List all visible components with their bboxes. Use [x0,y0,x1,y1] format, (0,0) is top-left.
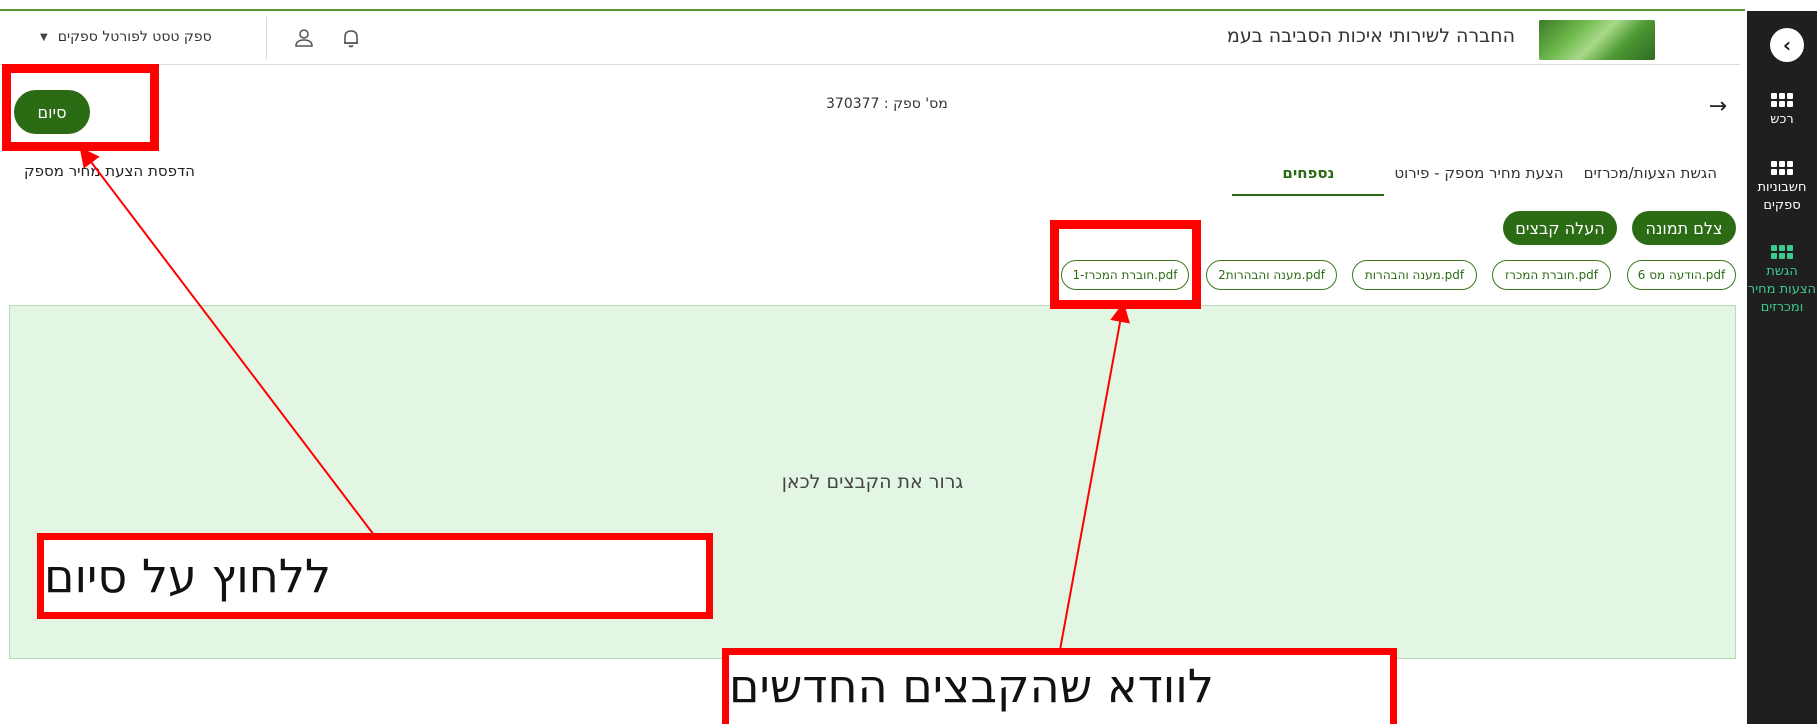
dropzone-text: גרור את הקבצים לכאן [781,471,964,493]
collapse-sidebar-button[interactable]: ‹ [1770,28,1804,62]
file-chip[interactable]: הודעה מס 6.pdf [1627,260,1736,290]
sidebar-item-label: רכש [1770,112,1794,127]
sidebar: ‹ רכש חשבוניות ספקים הגשת הצעות מחיר ומכ… [1747,11,1817,724]
file-chip[interactable]: מענה והבהרות2.pdf [1206,260,1337,290]
tab-tenders[interactable]: הגשת הצעות/מכרזים [1574,160,1727,196]
tabs-bar: הגשת הצעות/מכרזים הצעת מחיר מספק - פירוט… [1232,160,1727,196]
back-arrow-icon[interactable]: → [1709,94,1727,119]
file-chip[interactable]: חוברת המכרז.pdf [1492,260,1611,290]
take-photo-button[interactable]: צלם תמונה [1632,211,1736,245]
app-header: ▼ ספק טסט לפורטל ספקים החברה לשירותי איכ… [0,11,1740,65]
annotation-callout-files: לוודא שהקבצים החדשים [722,648,1397,724]
apps-grid-icon [1747,245,1817,259]
page: ▼ ספק טסט לפורטל ספקים החברה לשירותי איכ… [0,0,1817,724]
company-logo-image [1539,20,1655,60]
sidebar-item-label: חשבוניות ספקים [1757,180,1807,213]
bell-icon[interactable] [340,27,362,49]
user-menu-dropdown[interactable]: ▼ ספק טסט לפורטל ספקים [40,29,212,45]
sidebar-item-tenders[interactable]: הגשת הצעות מחיר ומכרזים [1747,245,1817,317]
tab-attachments[interactable]: נספחים [1232,160,1385,196]
file-chip[interactable]: מענה והבהרות.pdf [1352,260,1477,290]
header-divider [266,17,267,59]
sidebar-item-label: הגשת הצעות מחיר ומכרזים [1747,264,1817,315]
print-quote-link[interactable]: הדפסת הצעת מחיר מספק [24,162,195,180]
chevron-down-icon: ▼ [40,31,48,43]
supplier-number: מס' ספק : 370377 [826,96,948,112]
sidebar-item-supplier-invoices[interactable]: חשבוניות ספקים [1747,161,1817,215]
apps-grid-icon [1747,161,1817,175]
upload-files-button[interactable]: העלה קבצים [1503,211,1617,245]
company-name: החברה לשירותי איכות הסביבה בעמ [1226,25,1515,47]
annotation-highlight-file [1050,220,1201,309]
user-menu-label: ספק טסט לפורטל ספקים [57,29,212,45]
apps-grid-icon [1747,93,1817,107]
user-icon[interactable] [293,27,315,49]
annotation-highlight-finish [2,64,159,151]
tab-price-details[interactable]: הצעת מחיר מספק - פירוט [1384,160,1573,196]
annotation-callout-finish: ללחוץ על סיום [37,533,713,619]
sidebar-item-procurement[interactable]: רכש [1747,93,1817,129]
